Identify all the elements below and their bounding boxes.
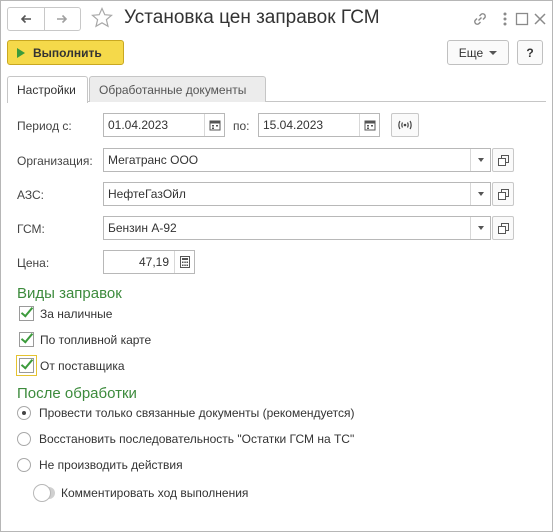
- title-bar: Установка цен заправок ГСМ: [1, 1, 552, 37]
- arrow-left-icon: [20, 14, 31, 24]
- run-button[interactable]: Выполнить: [7, 40, 124, 65]
- radio-post-linked[interactable]: Провести только связанные документы (рек…: [17, 406, 355, 420]
- checkbox-cash[interactable]: За наличные: [19, 304, 113, 321]
- azs-value: НефтеГазОйл: [108, 187, 186, 201]
- back-button[interactable]: [8, 8, 44, 30]
- organization-dropdown-button[interactable]: [470, 149, 490, 171]
- checkbox-box[interactable]: [19, 330, 34, 347]
- period-to-value: 15.04.2023: [263, 118, 324, 132]
- radio-restore-sequence[interactable]: Восстановить последовательность "Остатки…: [17, 432, 354, 446]
- chevron-down-icon: [489, 50, 498, 55]
- refuel-types-title: Виды заправок: [17, 285, 122, 302]
- tab-processed-documents[interactable]: Обработанные документы: [89, 76, 266, 102]
- price-field[interactable]: 47,19: [103, 250, 195, 274]
- checkmark-icon: [20, 330, 34, 344]
- forward-button[interactable]: [43, 8, 81, 30]
- chevron-down-icon: [477, 158, 484, 162]
- checkbox-cash-label: За наличные: [40, 306, 113, 321]
- link-icon[interactable]: [471, 10, 489, 28]
- azs-dropdown-button[interactable]: [470, 183, 490, 205]
- organization-open-button[interactable]: [492, 148, 514, 172]
- azs-open-button[interactable]: [492, 182, 514, 206]
- more-button[interactable]: Еще: [447, 40, 509, 65]
- help-button[interactable]: ?: [517, 40, 543, 65]
- price-label: Цена:: [17, 256, 50, 270]
- calendar-button[interactable]: [204, 114, 224, 136]
- fuel-dropdown-button[interactable]: [470, 217, 490, 239]
- period-from-field[interactable]: 01.04.2023: [103, 113, 225, 137]
- fuel-value: Бензин А-92: [108, 221, 177, 235]
- fuel-open-button[interactable]: [492, 216, 514, 240]
- open-icon: [497, 188, 509, 200]
- toggle-comment-progress[interactable]: Комментировать ход выполнения: [33, 484, 249, 502]
- period-to-field[interactable]: 15.04.2023: [258, 113, 380, 137]
- checkmark-icon: [20, 304, 34, 318]
- radio-no-action-label: Не производить действия: [39, 458, 183, 472]
- window-title: Установка цен заправок ГСМ: [124, 7, 380, 28]
- chevron-down-icon: [477, 192, 484, 196]
- checkmark-icon: [20, 356, 34, 370]
- checkbox-supplier[interactable]: От поставщика: [19, 356, 125, 373]
- period-select-icon: [398, 120, 412, 130]
- calendar-icon: [364, 120, 375, 131]
- radio-button[interactable]: [17, 406, 31, 420]
- organization-field[interactable]: Мегатранс ООО: [103, 148, 491, 172]
- calculator-icon: [179, 256, 190, 268]
- azs-label: АЗС:: [17, 188, 44, 202]
- open-icon: [497, 222, 509, 234]
- radio-button[interactable]: [17, 432, 31, 446]
- checkbox-box[interactable]: [19, 304, 34, 321]
- more-button-label: Еще: [458, 45, 484, 60]
- period-to-label: по:: [233, 119, 250, 133]
- play-icon: [17, 47, 25, 58]
- chevron-down-icon: [477, 226, 484, 230]
- radio-post-linked-label: Провести только связанные документы (рек…: [39, 406, 355, 420]
- maximize-icon[interactable]: [513, 10, 531, 28]
- radio-restore-sequence-label: Восстановить последовательность "Остатки…: [39, 432, 355, 446]
- azs-field[interactable]: НефтеГазОйл: [103, 182, 491, 206]
- organization-label: Организация:: [17, 154, 93, 168]
- calendar-icon: [209, 120, 220, 131]
- toggle-switch[interactable]: [33, 484, 55, 502]
- more-vertical-icon[interactable]: [496, 10, 514, 28]
- after-processing-title: После обработки: [17, 385, 137, 402]
- organization-value: Мегатранс ООО: [108, 153, 199, 167]
- radio-no-action[interactable]: Не производить действия: [17, 458, 183, 472]
- fuel-field[interactable]: Бензин А-92: [103, 216, 491, 240]
- period-picker-button[interactable]: [391, 113, 419, 137]
- star-icon[interactable]: [90, 6, 114, 30]
- toggle-comment-progress-label: Комментировать ход выполнения: [61, 486, 249, 500]
- checkbox-fuel-card-label: По топливной карте: [40, 332, 152, 347]
- checkbox-supplier-label: От поставщика: [40, 358, 125, 373]
- navigation-buttons: [7, 7, 81, 31]
- close-icon[interactable]: [531, 10, 549, 28]
- checkbox-fuel-card[interactable]: По топливной карте: [19, 330, 152, 347]
- period-from-label: Период с:: [17, 119, 72, 133]
- arrow-right-icon: [57, 14, 68, 24]
- calendar-button[interactable]: [359, 114, 379, 136]
- checkbox-box[interactable]: [19, 356, 34, 373]
- price-value: 47,19: [138, 255, 169, 269]
- period-from-value: 01.04.2023: [108, 118, 169, 132]
- open-icon: [497, 154, 509, 166]
- processing-window: Установка цен заправок ГСМ Выполнить Еще…: [0, 0, 553, 532]
- calculator-button[interactable]: [174, 251, 194, 273]
- tab-settings[interactable]: Настройки: [7, 76, 88, 103]
- fuel-label: ГСМ:: [17, 222, 45, 236]
- radio-button[interactable]: [17, 458, 31, 472]
- run-button-label: Выполнить: [33, 45, 102, 60]
